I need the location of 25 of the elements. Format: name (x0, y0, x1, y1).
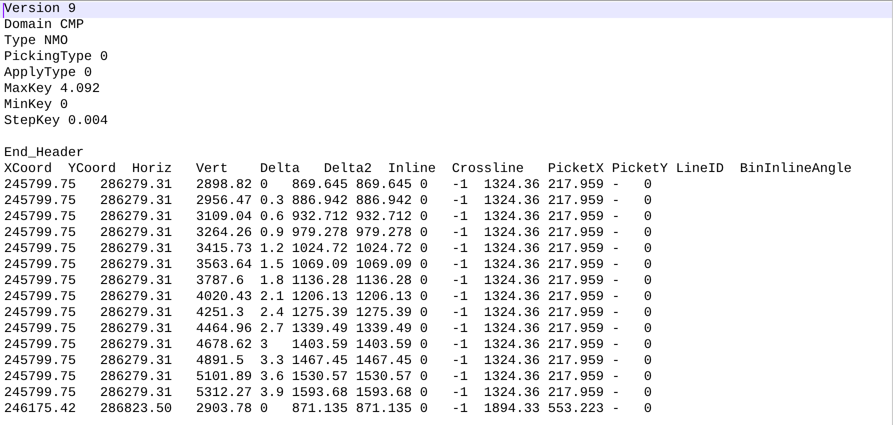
text-line: Domain CMP (3, 18, 85, 34)
text-line: 245799.75 286279.31 4891.5 3.3 1467.45 1467.45 0 -1 1324.36 217.959 - 0 (3, 354, 653, 370)
text-line: 245799.75 286279.31 3264.26 0.9 979.278 979.278 0 -1 1324.36 217.959 - 0 (3, 226, 653, 242)
text-line: 245799.75 286279.31 4020.43 2.1 1206.13 1206.13 0 -1 1324.36 217.959 - 0 (3, 290, 653, 306)
text-line: 245799.75 286279.31 4678.62 3 1403.59 1403.59 0 -1 1324.36 217.959 - 0 (3, 338, 653, 354)
text-line: 245799.75 286279.31 3109.04 0.6 932.712 932.712 0 -1 1324.36 217.959 - 0 (3, 210, 653, 226)
text-line: 245799.75 286279.31 3787.6 1.8 1136.28 1136.28 0 -1 1324.36 217.959 - 0 (3, 274, 653, 290)
text-line: XCoord YCoord Horiz Vert Delta Delta2 Inline Crossline PicketX PicketY LineID BinInlineAngle (3, 162, 853, 178)
text-line: ApplyType 0 (3, 66, 93, 82)
text-line: PickingType 0 (3, 50, 109, 66)
text-line: MinKey 0 (3, 98, 69, 114)
text-line: Type NMO (3, 34, 69, 50)
text-line: StepKey 0.004 (3, 114, 109, 130)
text-caret (3, 3, 4, 18)
text-line: MaxKey 4.092 (3, 82, 101, 98)
text-line: 246175.42 286823.50 2903.78 0 871.135 871.135 0 -1 1894.33 553.223 - 0 (3, 402, 653, 418)
text-line: 245799.75 286279.31 5312.27 3.9 1593.68 1593.68 0 -1 1324.36 217.959 - 0 (3, 386, 653, 402)
text-line: End_Header (3, 146, 85, 162)
text-line: 245799.75 286279.31 5101.89 3.6 1530.57 1530.57 0 -1 1324.36 217.959 - 0 (3, 370, 653, 386)
text-line: 245799.75 286279.31 3563.64 1.5 1069.09 1069.09 0 -1 1324.36 217.959 - 0 (3, 258, 653, 274)
text-line: 245799.75 286279.31 4251.3 2.4 1275.39 1275.39 0 -1 1324.36 217.959 - 0 (3, 306, 653, 322)
text-line: 245799.75 286279.31 2898.82 0 869.645 869.645 0 -1 1324.36 217.959 - 0 (3, 178, 653, 194)
text-line: 245799.75 286279.31 3415.73 1.2 1024.72 1024.72 0 -1 1324.36 217.959 - 0 (3, 242, 653, 258)
text-line: 245799.75 286279.31 4464.96 2.7 1339.49 1339.49 0 -1 1324.36 217.959 - 0 (3, 322, 653, 338)
text-line: 245799.75 286279.31 2956.47 0.3 886.942 886.942 0 -1 1324.36 217.959 - 0 (3, 194, 653, 210)
